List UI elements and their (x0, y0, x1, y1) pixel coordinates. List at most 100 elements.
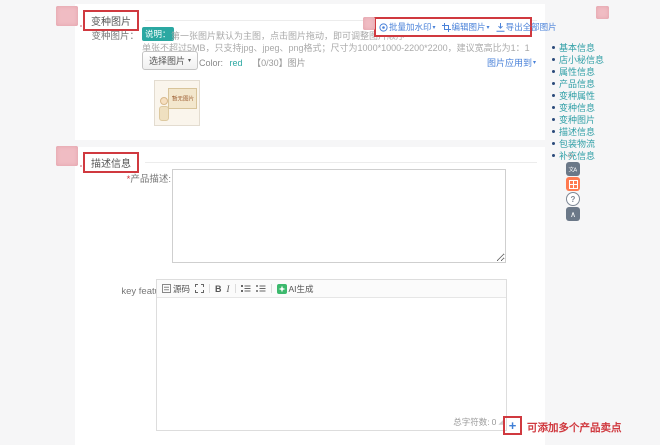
placeholder-figure-icon (160, 97, 168, 105)
ai-generate-icon (277, 284, 287, 294)
export-all-images-button[interactable]: 导出全部图片 (496, 21, 557, 33)
description-section: 描述信息 *产品描述: key feature: 源码 B I (75, 147, 545, 445)
caret-down-icon: ▾ (487, 24, 490, 31)
anchor-item-description-info[interactable]: 描述信息 (552, 125, 604, 137)
bullet-icon (552, 82, 555, 85)
source-code-icon (162, 284, 171, 293)
color-value: red (230, 58, 243, 68)
redaction-sticker (56, 146, 78, 166)
color-label: Color: (199, 58, 223, 68)
redaction-sticker-dot (80, 165, 82, 167)
no-image-sign: 暂无图片 (168, 88, 197, 109)
anchor-item-supplement-info[interactable]: 补充信息 (552, 149, 604, 161)
product-description-input[interactable] (172, 169, 506, 263)
caret-down-icon: ▾ (433, 24, 436, 31)
anchor-item-variant-info[interactable]: 变种信息 (552, 101, 604, 113)
redaction-sticker (56, 6, 78, 26)
question-icon: ? (571, 195, 576, 204)
apply-images-to-label: 图片应用到 (487, 56, 532, 69)
redaction-sticker (363, 17, 375, 30)
anchor-item-attribute-info[interactable]: 属性信息 (552, 65, 604, 77)
italic-button[interactable]: I (227, 284, 230, 294)
anchor-item-variant-attributes[interactable]: 变种属性 (552, 89, 604, 101)
divider (209, 284, 210, 293)
image-count: 【0/30】图片 (252, 58, 306, 68)
ordered-list-icon (241, 284, 251, 293)
editor-toolbar: 源码 B I AI生成 (157, 280, 506, 298)
anchor-item-basic-info[interactable]: 基本信息 (552, 41, 604, 53)
source-code-button[interactable]: 源码 (162, 283, 190, 295)
anchor-item-label: 补充信息 (559, 149, 595, 162)
bullet-icon (552, 118, 555, 121)
divider (271, 284, 272, 293)
bullet-icon (552, 130, 555, 133)
ai-generate-button[interactable]: AI生成 (277, 283, 314, 295)
calculator-icon (569, 180, 578, 189)
anchor-item-product-info[interactable]: 产品信息 (552, 77, 604, 89)
variant-images-field-label: 变种图片： (87, 28, 139, 42)
note-badge: 说明： (142, 27, 174, 41)
anchor-end-dot-icon (568, 153, 573, 158)
key-feature-editor: 源码 B I AI生成 (156, 279, 507, 431)
empty-image-placeholder[interactable]: 暂无图片 (154, 80, 200, 126)
redaction-sticker (596, 6, 609, 19)
product-description-label: *产品描述: (95, 171, 171, 185)
crop-icon (442, 23, 451, 32)
divider (235, 284, 236, 293)
char-count-label: 总字符数: (453, 416, 489, 428)
note-line-1: 第一张图片默认为主图，点击图片拖动，即可调整图片顺序 (171, 29, 405, 42)
unordered-list-button[interactable] (256, 284, 266, 293)
edit-image-button[interactable]: 编辑图片 ▾ (442, 21, 490, 33)
anchor-item-variant-images[interactable]: 变种图片 (552, 113, 604, 125)
ordered-list-button[interactable] (241, 284, 251, 293)
fullscreen-icon (195, 284, 204, 293)
fullscreen-button[interactable] (195, 284, 204, 293)
note-line-2: 单张不超过5MB，只支持jpg、jpeg、png格式；尺寸为1000*1000-… (142, 41, 530, 54)
add-selling-point-annotation-box: + (503, 416, 522, 435)
bullet-icon (552, 58, 555, 61)
unordered-list-icon (256, 284, 266, 293)
description-title: 描述信息 (83, 152, 139, 173)
download-icon (496, 23, 505, 32)
bullet-icon (552, 94, 555, 97)
bold-button[interactable]: B (215, 284, 222, 294)
char-count-status: 总字符数: 0 ◢ (453, 416, 503, 428)
header-divider (145, 162, 537, 163)
char-count-value: 0 (492, 417, 497, 427)
edit-image-label: 编辑图片 (452, 21, 486, 33)
select-image-button[interactable]: 选择图片 ▾ (142, 51, 198, 70)
export-all-label: 导出全部图片 (506, 21, 557, 33)
variant-color-line: Color: red 【0/30】图片 (199, 56, 306, 69)
batch-watermark-label: 批量加水印 (389, 21, 432, 33)
source-code-label: 源码 (173, 283, 190, 295)
redaction-sticker-dot (80, 25, 82, 27)
variant-images-section: 变种图片 变种图片： 说明： 第一张图片默认为主图，点击图片拖动，即可调整图片顺… (75, 4, 545, 140)
translate-icon: 文A (569, 165, 577, 173)
calculator-button[interactable] (566, 177, 580, 191)
add-selling-point-hint: 可添加多个产品卖点 (527, 420, 622, 435)
anchor-nav: 基本信息 店小秘信息 属性信息 产品信息 变种属性 变种信息 变种图片 描述信息… (552, 41, 604, 161)
bullet-icon (552, 46, 555, 49)
add-selling-point-button[interactable]: + (509, 419, 517, 432)
no-image-text: 暂无图片 (171, 94, 193, 102)
apply-images-to-link[interactable]: 图片应用到 ▾ (487, 56, 536, 69)
chevron-up-icon: ∧ (570, 210, 576, 219)
help-button[interactable]: ? (566, 192, 580, 206)
product-edit-page: 变种图片 变种图片： 说明： 第一张图片默认为主图，点击图片拖动，即可调整图片顺… (0, 0, 660, 445)
bullet-icon (552, 106, 555, 109)
product-description-label-text: 产品描述: (130, 174, 171, 185)
key-feature-input[interactable]: 总字符数: 0 ◢ (157, 298, 506, 430)
batch-watermark-button[interactable]: 批量加水印 ▾ (379, 21, 436, 33)
select-image-label: 选择图片 (149, 54, 185, 67)
caret-down-icon: ▾ (533, 59, 536, 66)
watermark-icon (379, 23, 388, 32)
translate-button[interactable]: 文A (566, 162, 580, 176)
anchor-item-dianxiaomi-info[interactable]: 店小秘信息 (552, 53, 604, 65)
ai-generate-label: AI生成 (289, 283, 314, 295)
back-to-top-button[interactable]: ∧ (566, 207, 580, 221)
bullet-icon (552, 142, 555, 145)
image-actions-annotation-box: 批量加水印 ▾ 编辑图片 ▾ 导出全部图片 (374, 17, 532, 37)
bullet-icon (552, 70, 555, 73)
caret-down-icon: ▾ (188, 57, 191, 64)
anchor-item-packing-logistics[interactable]: 包装物流 (552, 137, 604, 149)
